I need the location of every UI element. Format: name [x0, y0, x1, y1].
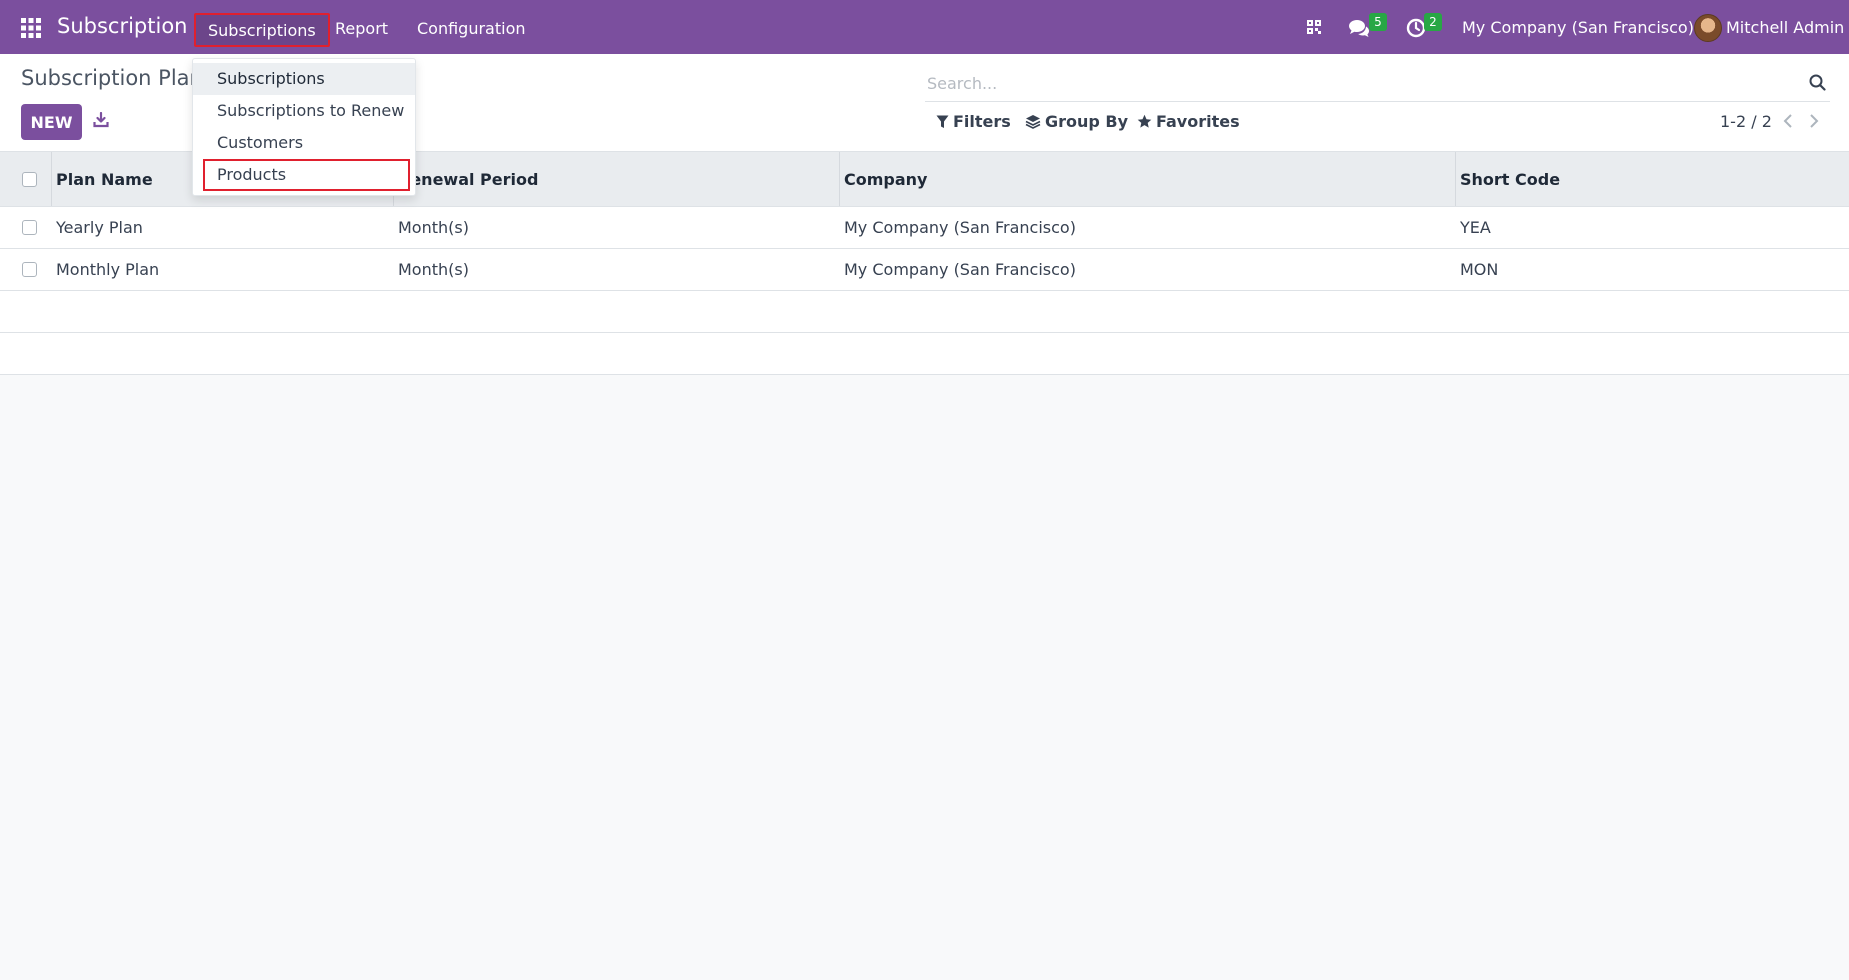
group-by-label: Group By: [1045, 112, 1129, 131]
select-all-checkbox[interactable]: [22, 172, 37, 187]
clock-icon[interactable]: [1406, 18, 1426, 42]
user-menu[interactable]: Mitchell Admin: [1726, 18, 1844, 37]
top-navbar: Subscription Subscriptions Report Config…: [0, 0, 1849, 54]
empty-row: [0, 291, 1849, 333]
activities-badge: 2: [1424, 13, 1442, 31]
breadcrumb: Subscription Plan: [21, 66, 203, 90]
layers-icon: [1025, 115, 1041, 129]
menu-report[interactable]: Report: [323, 13, 400, 47]
renewal-period-cell[interactable]: Month(s): [394, 207, 469, 248]
app-name[interactable]: Subscription: [57, 14, 187, 38]
pager-value[interactable]: 1-2 / 2: [1720, 112, 1772, 131]
table-row[interactable]: Monthly Plan Month(s) My Company (San Fr…: [0, 249, 1849, 291]
table-row[interactable]: Yearly Plan Month(s) My Company (San Fra…: [0, 207, 1849, 249]
download-icon[interactable]: [93, 111, 109, 132]
qr-code-icon[interactable]: [1306, 19, 1322, 39]
empty-row: [0, 333, 1849, 375]
plan-name-cell[interactable]: Monthly Plan: [52, 249, 159, 290]
menu-subscriptions[interactable]: Subscriptions: [194, 13, 330, 47]
dropdown-item-subscriptions-to-renew[interactable]: Subscriptions to Renew: [193, 95, 415, 127]
dropdown-item-customers[interactable]: Customers: [193, 127, 415, 159]
dropdown-item-subscriptions[interactable]: Subscriptions: [193, 63, 415, 95]
favorites-button[interactable]: Favorites: [1137, 112, 1240, 131]
filter-icon: [936, 115, 949, 128]
avatar[interactable]: [1694, 14, 1722, 42]
filters-label: Filters: [953, 112, 1011, 131]
short-code-cell[interactable]: MON: [1456, 249, 1498, 290]
plan-name-cell[interactable]: Yearly Plan: [52, 207, 143, 248]
apps-grid-icon[interactable]: [20, 17, 42, 39]
filters-button[interactable]: Filters: [936, 112, 1011, 131]
new-button[interactable]: NEW: [21, 104, 82, 140]
chat-icon[interactable]: [1348, 18, 1370, 42]
company-cell[interactable]: My Company (San Francisco): [840, 207, 1076, 248]
favorites-label: Favorites: [1156, 112, 1240, 131]
row-checkbox[interactable]: [22, 220, 37, 235]
search-icon[interactable]: [1809, 74, 1826, 95]
dropdown-item-products[interactable]: Products: [203, 159, 410, 191]
star-icon: [1137, 114, 1152, 128]
column-header-company[interactable]: Company: [840, 152, 927, 206]
pager-next-icon[interactable]: [1809, 112, 1819, 133]
company-cell[interactable]: My Company (San Francisco): [840, 249, 1076, 290]
search-input[interactable]: [927, 70, 1787, 96]
row-checkbox[interactable]: [22, 262, 37, 277]
company-switcher[interactable]: My Company (San Francisco): [1462, 18, 1694, 37]
column-header-short-code[interactable]: Short Code: [1456, 152, 1560, 206]
group-by-button[interactable]: Group By: [1025, 112, 1128, 131]
column-header-plan-name[interactable]: Plan Name: [52, 152, 153, 206]
messages-badge: 5: [1369, 13, 1387, 31]
short-code-cell[interactable]: YEA: [1456, 207, 1491, 248]
search-bar: [925, 64, 1830, 102]
menu-configuration[interactable]: Configuration: [405, 13, 538, 47]
subscriptions-dropdown-menu: Subscriptions Subscriptions to Renew Cus…: [192, 58, 416, 196]
pager-prev-icon[interactable]: [1783, 112, 1793, 133]
renewal-period-cell[interactable]: Month(s): [394, 249, 469, 290]
